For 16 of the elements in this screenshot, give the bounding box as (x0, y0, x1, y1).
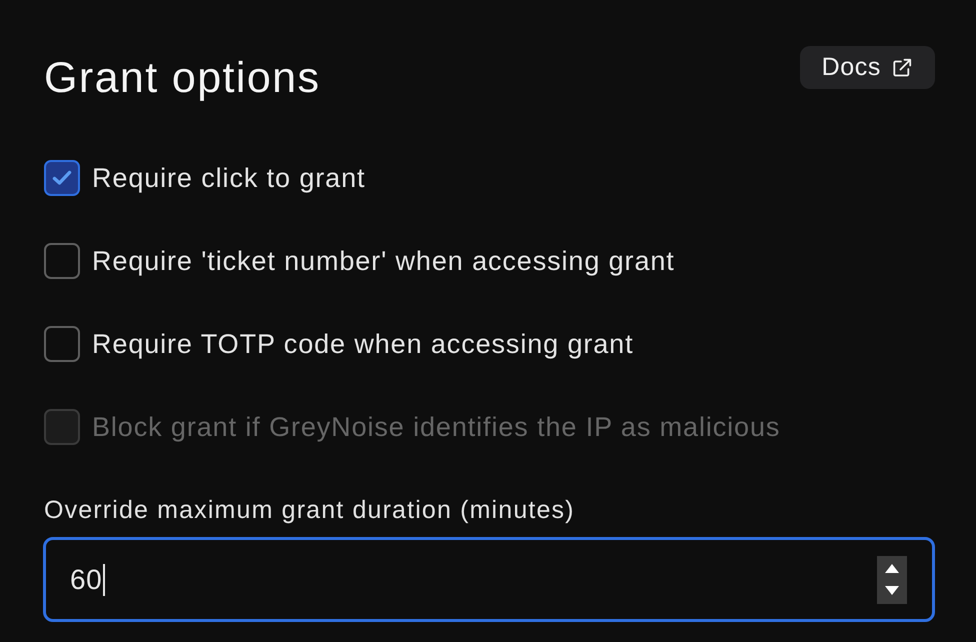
docs-button[interactable]: Docs (800, 46, 935, 89)
text-cursor-icon (103, 564, 106, 596)
checkbox[interactable] (44, 160, 80, 196)
checkbox[interactable] (44, 326, 80, 362)
number-spinner[interactable] (877, 556, 907, 604)
number-input-field[interactable]: 60 (43, 537, 935, 622)
checkbox[interactable] (44, 243, 80, 279)
page-title: Grant options (44, 54, 320, 102)
checkbox-label[interactable]: Require 'ticket number' when accessing grant (92, 246, 675, 276)
checkbox-label[interactable]: Require click to grant (92, 162, 366, 194)
up-triangle-icon[interactable] (885, 564, 899, 573)
checkbox-label[interactable]: Require TOTP code when accessing grant (92, 328, 634, 360)
down-triangle-icon[interactable] (885, 586, 899, 595)
checkmark-icon (52, 170, 72, 186)
field-label: Override maximum grant duration (minutes) (44, 495, 576, 525)
external-link-icon (892, 58, 912, 78)
